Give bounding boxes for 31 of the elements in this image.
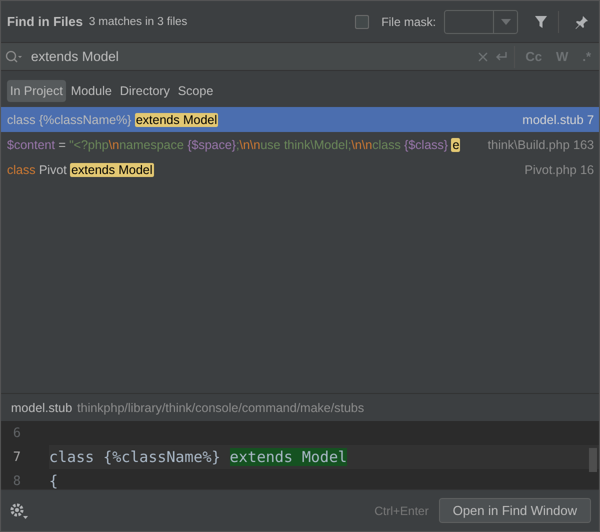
file-mask-checkbox[interactable] <box>355 14 370 28</box>
file-mask-label: File mask: <box>381 14 436 28</box>
result-row[interactable]: $content = "<?php\nnamespace {$space};\n\nuse think\Model;\n\nclass {$class} e think\Build.php 163 <box>1 132 599 157</box>
code-line: class {%className%} extends Model <box>49 448 348 466</box>
line-number: 7 <box>1 445 49 469</box>
result-row[interactable]: class Pivot extends Model Pivot.php 16 <box>1 157 599 182</box>
code-snippet: class {%className%} extends Model <box>7 112 220 126</box>
scrollbar-thumb[interactable] <box>589 448 597 472</box>
scope-tab[interactable]: Directory <box>116 80 173 102</box>
open-in-find-window-button[interactable]: Open in Find Window <box>438 498 591 523</box>
file-reference: think\Build.php 163 <box>486 138 594 152</box>
newline-icon[interactable] <box>494 50 508 62</box>
clear-icon[interactable] <box>478 52 488 62</box>
code-snippet: $content = "<?php\nnamespace {$space};\n\nuse think\Model;\n\nclass {$class} e <box>7 138 462 152</box>
preview-file-path: thinkphp/library/think/console/command/make/stubs <box>77 400 364 414</box>
scope-tab[interactable]: Scope <box>174 80 216 102</box>
file-reference: model.stub 7 <box>520 112 594 126</box>
code-line: { <box>49 472 58 489</box>
scope-tab[interactable]: In Project <box>7 80 66 102</box>
shortcut-hint: Ctrl+Enter <box>374 504 429 518</box>
scope-tab[interactable]: Module <box>68 80 115 102</box>
file-mask-combo[interactable] <box>444 10 518 34</box>
dialog-title: Find in Files <box>7 14 83 29</box>
dropdown-arrow-icon <box>500 18 510 24</box>
settings-icon[interactable] <box>9 502 29 520</box>
match-summary: 3 matches in 3 files <box>88 16 188 28</box>
preview-file-name: model.stub <box>11 400 72 414</box>
code-snippet: class Pivot extends Model <box>7 162 155 176</box>
search-icon[interactable] <box>5 50 23 64</box>
file-reference: Pivot.php 16 <box>522 162 594 176</box>
result-row[interactable]: class {%className%} extends Model model.stub 7 <box>1 107 599 132</box>
